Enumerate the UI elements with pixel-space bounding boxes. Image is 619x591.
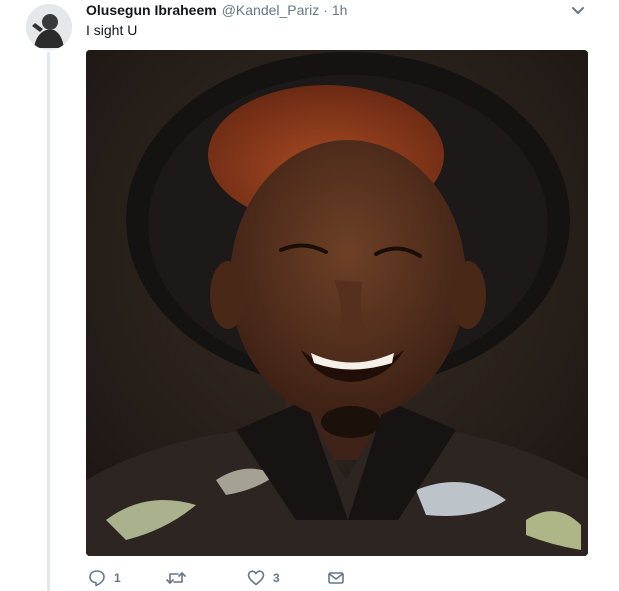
like-button[interactable]: 3: [247, 568, 280, 588]
like-icon: [247, 570, 265, 586]
direct-message-icon: [328, 572, 344, 584]
direct-message-button[interactable]: [327, 568, 345, 588]
avatar-image: [26, 4, 72, 50]
user-handle[interactable]: @Kandel_Pariz: [222, 2, 320, 18]
tweet-header: Olusegun Ibraheem @Kandel_Pariz · 1h: [86, 2, 347, 20]
reply-button[interactable]: 1: [88, 568, 121, 588]
tweet-photo[interactable]: [86, 50, 588, 556]
retweet-button[interactable]: [166, 568, 194, 588]
retweet-icon: [166, 572, 186, 584]
tweet-actions: 1 3: [86, 568, 386, 588]
reply-icon: [89, 570, 105, 587]
thread-line: [47, 52, 50, 591]
separator-dot: ·: [323, 2, 328, 18]
photo-illustration: [86, 50, 588, 556]
tweet-text: I sight U: [86, 22, 138, 38]
avatar[interactable]: [26, 4, 72, 50]
like-count: 3: [273, 571, 280, 585]
display-name[interactable]: Olusegun Ibraheem: [86, 2, 217, 18]
timestamp[interactable]: 1h: [332, 2, 348, 18]
caret-down-icon[interactable]: [570, 4, 586, 18]
reply-count: 1: [114, 571, 121, 585]
